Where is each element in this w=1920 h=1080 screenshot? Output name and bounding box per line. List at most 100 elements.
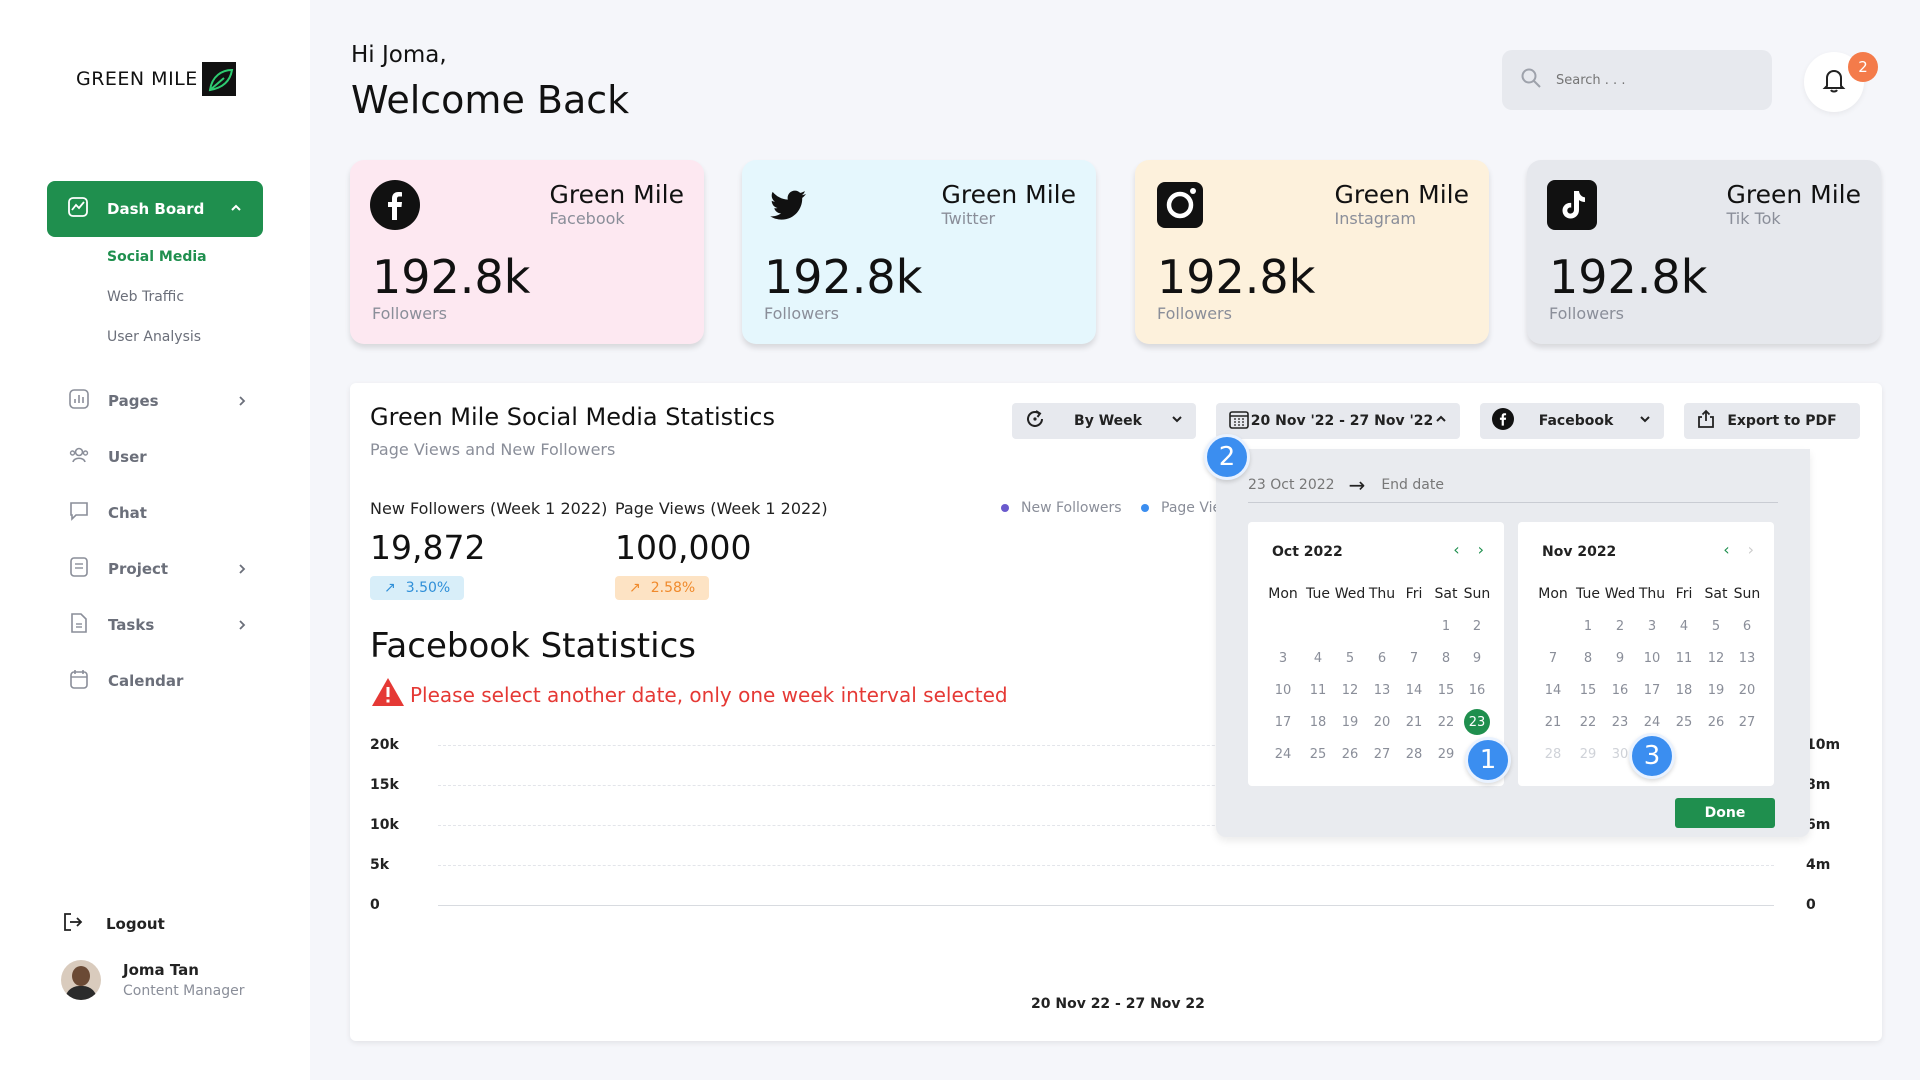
card-tiktok[interactable]: Green Mile Tik Tok 192.8k Followers	[1527, 160, 1881, 344]
calendar-day[interactable]: 18	[1668, 674, 1700, 706]
nav-user[interactable]: User	[68, 442, 248, 472]
step-marker: 3	[1629, 733, 1675, 779]
subnav-web-traffic[interactable]: Web Traffic	[107, 289, 184, 305]
calendar-day[interactable]: 26	[1334, 738, 1366, 770]
date-range-select[interactable]: 20 Nov '22 - 27 Nov '22	[1216, 403, 1460, 439]
calendar-day[interactable]: 11	[1302, 674, 1334, 706]
calendar-day[interactable]: 21	[1398, 706, 1430, 738]
tiktok-icon	[1547, 180, 1597, 230]
calendar-day[interactable]: 5	[1700, 610, 1732, 642]
calendar-day[interactable]: 9	[1604, 642, 1636, 674]
calendar-day[interactable]: 9	[1462, 642, 1492, 674]
subnav-user-analysis[interactable]: User Analysis	[107, 329, 201, 345]
calendar-day[interactable]: 20	[1366, 706, 1398, 738]
chevron-up-icon	[229, 200, 243, 219]
greeting: Hi Joma,	[351, 42, 447, 68]
calendar-day[interactable]: 5	[1334, 642, 1366, 674]
calendar-day[interactable]: 4	[1668, 610, 1700, 642]
logout-button[interactable]: Logout	[62, 911, 165, 937]
brand-logo[interactable]: GREEN MILE	[76, 62, 236, 96]
calendar-day[interactable]: 19	[1700, 674, 1732, 706]
calendar-day[interactable]: 8	[1430, 642, 1462, 674]
calendar-day[interactable]: 25	[1302, 738, 1334, 770]
card-instagram[interactable]: Green Mile Instagram 192.8k Followers	[1135, 160, 1489, 344]
calendar-day[interactable]: 15	[1430, 674, 1462, 706]
calendar-day[interactable]: 25	[1668, 706, 1700, 738]
calendar-day[interactable]: 24	[1264, 738, 1302, 770]
calendar-day[interactable]: 17	[1636, 674, 1668, 706]
grid-line	[438, 865, 1774, 866]
step-marker: 1	[1465, 737, 1511, 783]
card-twitter[interactable]: Green Mile Twitter 192.8k Followers	[742, 160, 1096, 344]
calendar-day[interactable]: 26	[1700, 706, 1732, 738]
calendar-day[interactable]: 20	[1732, 674, 1762, 706]
calendar-day[interactable]: 2	[1604, 610, 1636, 642]
chevron-right-icon[interactable]: ›	[1478, 540, 1484, 559]
nav-tasks[interactable]: Tasks	[68, 610, 248, 640]
search-box[interactable]	[1502, 50, 1772, 110]
calendar-day[interactable]: 28	[1398, 738, 1430, 770]
chevron-left-icon[interactable]: ‹	[1453, 540, 1459, 559]
calendar-day[interactable]: 14	[1534, 674, 1572, 706]
calendar-day[interactable]: 6	[1732, 610, 1762, 642]
calendar-day[interactable]: 12	[1334, 674, 1366, 706]
arrow-up-right-icon: ↗	[629, 580, 641, 596]
weekday-label: Mon	[1538, 586, 1568, 602]
nav-chat[interactable]: Chat	[68, 498, 248, 528]
logout-label: Logout	[106, 915, 165, 933]
calendar-day[interactable]: 10	[1636, 642, 1668, 674]
calendar-day[interactable]: 14	[1398, 674, 1430, 706]
platform-select[interactable]: Facebook	[1480, 403, 1664, 439]
calendar-day[interactable]: 18	[1302, 706, 1334, 738]
calendar-day[interactable]: 11	[1668, 642, 1700, 674]
page-title: Welcome Back	[351, 78, 630, 122]
calendar-day[interactable]: 13	[1366, 674, 1398, 706]
subnav-social-media[interactable]: Social Media	[107, 249, 207, 265]
calendar-day[interactable]: 17	[1264, 706, 1302, 738]
calendar-day[interactable]: 16	[1604, 674, 1636, 706]
calendar-day[interactable]: 3	[1636, 610, 1668, 642]
calendar-day[interactable]: 22	[1572, 706, 1604, 738]
calendar-day[interactable]: 12	[1700, 642, 1732, 674]
calendar-day[interactable]: 7	[1534, 642, 1572, 674]
chat-icon	[68, 500, 90, 526]
calendar-day[interactable]: 10	[1264, 674, 1302, 706]
calendar-day[interactable]: 8	[1572, 642, 1604, 674]
calendar-day[interactable]: 23	[1604, 706, 1636, 738]
calendar-day[interactable]: 29	[1430, 738, 1462, 770]
calendar-day[interactable]: 3	[1264, 642, 1302, 674]
calendar-day[interactable]: 22	[1430, 706, 1462, 738]
calendar-day: 28	[1544, 746, 1562, 762]
search-input[interactable]	[1556, 72, 1736, 88]
period-select[interactable]: By Week	[1012, 403, 1196, 439]
nav-pages[interactable]: Pages	[68, 386, 248, 416]
export-pdf-button[interactable]: Export to PDF	[1684, 403, 1860, 439]
done-button[interactable]: Done	[1675, 798, 1775, 828]
calendar-day[interactable]: 7	[1398, 642, 1430, 674]
calendar-day[interactable]: 23	[1462, 706, 1492, 738]
calendar-day[interactable]: 27	[1732, 706, 1762, 738]
file-icon	[68, 612, 90, 638]
calendar-day[interactable]: 4	[1302, 642, 1334, 674]
selected-day[interactable]: 23	[1464, 709, 1490, 735]
card-facebook[interactable]: Green Mile Facebook 192.8k Followers	[350, 160, 704, 344]
card-title: Green Mile	[1726, 180, 1862, 209]
calendar-day[interactable]: 2	[1462, 610, 1492, 642]
end-date-field[interactable]: End date	[1381, 477, 1444, 493]
calendar-day[interactable]: 16	[1462, 674, 1492, 706]
calendar-day[interactable]: 19	[1334, 706, 1366, 738]
calendar-day[interactable]: 21	[1534, 706, 1572, 738]
start-date-field[interactable]: 23 Oct 2022	[1248, 477, 1335, 493]
user-profile[interactable]: Joma Tan Content Manager	[61, 960, 245, 1000]
calendar-day[interactable]: 1	[1430, 610, 1462, 642]
calendar-day[interactable]: 27	[1366, 738, 1398, 770]
calendar-day[interactable]: 6	[1366, 642, 1398, 674]
calendar-day[interactable]: 1	[1572, 610, 1604, 642]
calendar-day[interactable]: 13	[1732, 642, 1762, 674]
calendar-month-label: Oct 2022	[1272, 544, 1343, 560]
chevron-left-icon[interactable]: ‹	[1723, 540, 1729, 559]
nav-calendar[interactable]: Calendar	[68, 666, 248, 696]
nav-project[interactable]: Project	[68, 554, 248, 584]
nav-dashboard[interactable]: Dash Board	[47, 181, 263, 237]
calendar-day[interactable]: 15	[1572, 674, 1604, 706]
